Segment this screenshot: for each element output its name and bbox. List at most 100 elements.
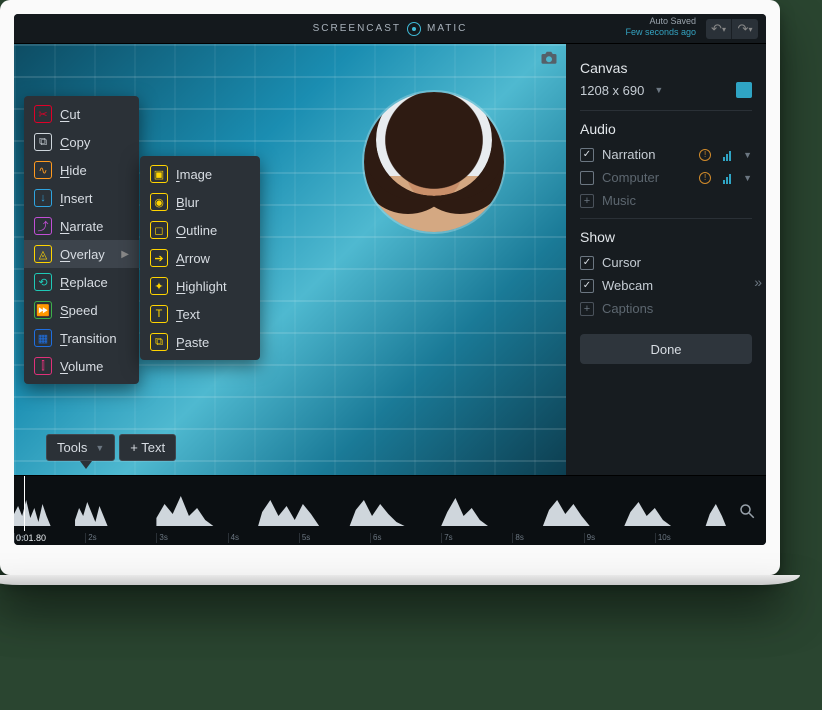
time-ticks: 1s2s3s4s5s6s7s8s9s10s — [14, 533, 726, 543]
captions-row[interactable]: + Captions — [580, 297, 752, 320]
tick: 5s — [299, 533, 370, 543]
hide-icon: ∿ — [34, 161, 52, 179]
tick: 9s — [584, 533, 655, 543]
cut-icon: ✂ — [34, 105, 52, 123]
menu-item-transition[interactable]: ▦Transition — [24, 324, 139, 352]
menu-label: Copy — [60, 135, 90, 150]
add-music-icon[interactable]: + — [580, 194, 594, 208]
audio-level-icon — [723, 149, 731, 161]
narration-checkbox[interactable] — [580, 148, 594, 162]
submenu-label: Arrow — [176, 251, 210, 266]
chevron-down-icon[interactable]: ▼ — [743, 150, 752, 160]
menu-label: Hide — [60, 163, 87, 178]
section-show-title: Show — [580, 229, 752, 245]
submenu-item-paste[interactable]: ⧉Paste — [140, 328, 260, 356]
menu-item-volume[interactable]: ⫿Volume — [24, 352, 139, 380]
tick: 3s — [156, 533, 227, 543]
narration-row[interactable]: Narration ! ▼ — [580, 143, 752, 166]
tick: 1s — [14, 533, 85, 543]
camera-icon[interactable] — [540, 50, 558, 64]
tools-button[interactable]: Tools ▼ — [46, 434, 115, 461]
tools-context-menu: ✂Cut ⧉ Copy ∿ Hide ↓Insert⤴Narrate◬Overlay▶⟲R… — [24, 96, 139, 384]
video-canvas[interactable]: ✂Cut ⧉ Copy ∿ Hide ↓Insert⤴Narrate◬Overlay▶⟲R… — [14, 44, 566, 475]
arrow-icon: ➔ — [150, 249, 168, 267]
add-text-button[interactable]: + Text — [119, 434, 176, 461]
redo-button[interactable]: ↷ ▾ — [732, 19, 758, 39]
menu-label: Narrate — [60, 219, 103, 234]
playhead[interactable] — [24, 476, 25, 531]
expand-sidebar-icon[interactable]: » — [754, 274, 762, 290]
done-label: Done — [650, 342, 681, 357]
menu-item-narrate[interactable]: ⤴Narrate — [24, 212, 139, 240]
submenu-item-outline[interactable]: ◻Outline — [140, 216, 260, 244]
zoom-icon[interactable] — [738, 502, 756, 520]
app-screen: SCREENCAST MATIC Auto Saved Few seconds … — [14, 14, 766, 545]
section-canvas-title: Canvas — [580, 60, 752, 76]
tick: 8s — [512, 533, 583, 543]
submenu-item-highlight[interactable]: ✦Highlight — [140, 272, 260, 300]
history-controls: ↶ ▾ ↷ ▾ — [706, 19, 758, 39]
submenu-label: Highlight — [176, 279, 227, 294]
submenu-label: Paste — [176, 335, 209, 350]
submenu-item-text[interactable]: TText — [140, 300, 260, 328]
submenu-item-blur[interactable]: ◉Blur — [140, 188, 260, 216]
copy-icon: ⧉ — [34, 133, 52, 151]
music-label: Music — [602, 193, 636, 208]
info-icon[interactable]: ! — [699, 172, 711, 184]
submenu-item-image[interactable]: ▣Image — [140, 160, 260, 188]
overlay-icon: ◬ — [34, 245, 52, 263]
cursor-checkbox[interactable] — [580, 256, 594, 270]
chevron-right-icon: ▶ — [121, 249, 129, 260]
undo-button[interactable]: ↶ ▾ — [706, 19, 732, 39]
tick: 10s — [655, 533, 726, 543]
timeline[interactable]: 0:01.80 1s2s3s4s5s6s7s8s9s10s — [14, 475, 766, 545]
image-icon: ▣ — [150, 165, 168, 183]
webcam-label: Webcam — [602, 278, 653, 293]
submenu-item-arrow[interactable]: ➔ Arrow — [140, 244, 260, 272]
webcam-overlay[interactable] — [364, 92, 504, 232]
done-button[interactable]: Done — [580, 334, 752, 364]
menu-item-replace[interactable]: ⟲Replace — [24, 268, 139, 296]
outline-icon: ◻ — [150, 221, 168, 239]
canvas-color-swatch[interactable] — [736, 82, 752, 98]
music-row[interactable]: + Music — [580, 189, 752, 212]
titlebar: SCREENCAST MATIC Auto Saved Few seconds … — [14, 14, 766, 44]
menu-item-overlay[interactable]: ◬Overlay▶ — [24, 240, 139, 268]
add-captions-icon[interactable]: + — [580, 302, 594, 316]
laptop-frame: SCREENCAST MATIC Auto Saved Few seconds … — [0, 0, 780, 575]
cursor-row[interactable]: Cursor — [580, 251, 752, 274]
main-area: ✂Cut ⧉ Copy ∿ Hide ↓Insert⤴Narrate◬Overlay▶⟲R… — [14, 44, 766, 475]
menu-item-speed[interactable]: ⏩Speed — [24, 296, 139, 324]
info-icon[interactable]: ! — [699, 149, 711, 161]
menu-item-cut[interactable]: ✂Cut — [24, 100, 139, 128]
brand-dot-icon — [407, 22, 421, 36]
submenu-label: Text — [176, 307, 200, 322]
canvas-size-value: 1208 x 690 — [580, 83, 644, 98]
chevron-down-icon: ▼ — [654, 85, 663, 95]
computer-audio-label: Computer — [602, 170, 659, 185]
section-audio-title: Audio — [580, 121, 752, 137]
tick: 2s — [85, 533, 156, 543]
webcam-row[interactable]: Webcam — [580, 274, 752, 297]
blur-icon: ◉ — [150, 193, 168, 211]
computer-audio-checkbox[interactable] — [580, 171, 594, 185]
canvas-size-selector[interactable]: 1208 x 690 ▼ — [580, 82, 752, 98]
menu-label: Replace — [60, 275, 108, 290]
webcam-checkbox[interactable] — [580, 279, 594, 293]
menu-label: Volume — [60, 359, 103, 374]
autosave-label: Auto Saved — [625, 16, 696, 27]
audio-level-icon — [723, 172, 731, 184]
menu-pointer-icon — [80, 461, 92, 469]
captions-label: Captions — [602, 301, 653, 316]
tick: 7s — [441, 533, 512, 543]
canvas-toolbar: Tools ▼ + Text — [46, 434, 176, 461]
divider — [580, 110, 752, 111]
chevron-down-icon[interactable]: ▼ — [743, 173, 752, 183]
menu-item-copy[interactable]: ⧉ Copy — [24, 128, 139, 156]
computer-audio-row[interactable]: Computer ! ▼ — [580, 166, 752, 189]
transition-icon: ▦ — [34, 329, 52, 347]
insert-icon: ↓ — [34, 189, 52, 207]
menu-item-insert[interactable]: ↓Insert — [24, 184, 139, 212]
menu-item-hide[interactable]: ∿ Hide — [24, 156, 139, 184]
overlay-submenu: ▣Image◉Blur◻Outline ➔ Arrow ✦HighlightTText… — [140, 156, 260, 360]
